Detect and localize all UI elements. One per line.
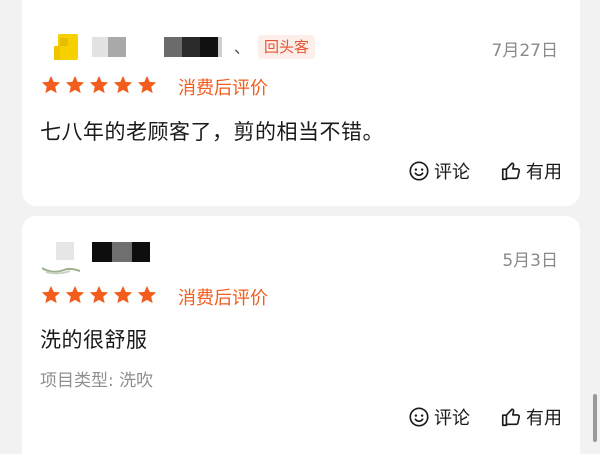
comment-button[interactable]: 评论 — [408, 404, 470, 430]
review-feed: 、 回头客 7月27日 消费后评价 七八年的老顾客了，剪的相当不错。 评论 有用… — [0, 0, 600, 454]
project-type: 项目类型: 洗吹 — [40, 371, 154, 391]
returning-customer-badge: 回头客 — [258, 35, 316, 59]
thumbs-up-icon — [501, 408, 521, 427]
useful-button[interactable]: 有用 — [500, 158, 562, 184]
rating-label: 消费后评价 — [178, 78, 268, 99]
avatar[interactable] — [41, 242, 82, 275]
star-icon — [113, 285, 133, 304]
scrollbar[interactable] — [593, 394, 597, 442]
star-icon — [137, 75, 157, 94]
star-icon — [113, 75, 133, 94]
star-icon — [41, 285, 61, 304]
comment-button[interactable]: 评论 — [408, 158, 470, 184]
star-icon — [89, 285, 109, 304]
rating-label: 消费后评价 — [178, 288, 268, 309]
thumbs-up-icon — [501, 162, 521, 181]
star-icon — [89, 75, 109, 94]
star-icon — [41, 75, 61, 94]
star-rating — [40, 74, 160, 96]
useful-label: 有用 — [526, 408, 562, 429]
star-rating — [40, 284, 160, 306]
avatar[interactable] — [54, 32, 84, 62]
useful-button[interactable]: 有用 — [500, 404, 562, 430]
comment-label: 评论 — [434, 408, 470, 429]
star-icon — [65, 285, 85, 304]
review-text: 七八年的老顾客了，剪的相当不错。 — [40, 120, 384, 144]
name-separator: 、 — [234, 38, 251, 57]
review-card: 5月3日 消费后评价 洗的很舒服 项目类型: 洗吹 评论 有用 — [22, 216, 580, 454]
useful-label: 有用 — [526, 162, 562, 183]
review-card: 、 回头客 7月27日 消费后评价 七八年的老顾客了，剪的相当不错。 评论 有用 — [22, 0, 580, 206]
reviewer-name-blurred[interactable] — [92, 242, 150, 262]
review-date: 7月27日 — [491, 41, 558, 61]
comment-smile-icon — [409, 407, 429, 427]
reviewer-name-blurred[interactable] — [92, 37, 222, 57]
star-icon — [137, 285, 157, 304]
comment-smile-icon — [409, 161, 429, 181]
review-header: 5月3日 — [22, 242, 580, 275]
star-icon — [65, 75, 85, 94]
comment-label: 评论 — [434, 162, 470, 183]
review-date: 5月3日 — [502, 251, 558, 271]
review-header: 、 回头客 7月27日 — [22, 32, 580, 62]
review-text: 洗的很舒服 — [40, 328, 148, 352]
